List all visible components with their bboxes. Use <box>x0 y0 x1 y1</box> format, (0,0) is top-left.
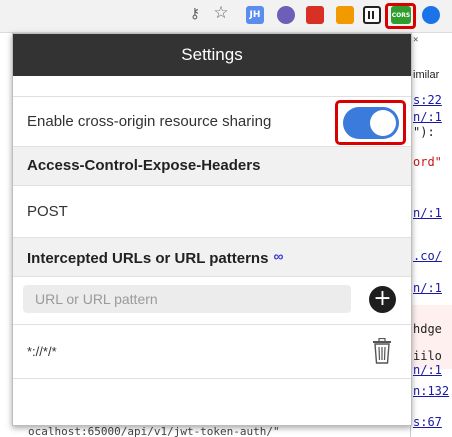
pattern-list-item: *://*/* <box>13 325 411 379</box>
url-pattern-input[interactable] <box>23 285 351 313</box>
cors-extension-highlight <box>385 3 416 29</box>
intercepted-urls-section: Intercepted URLs or URL patterns ∞ <box>13 238 411 277</box>
expose-headers-value: POST <box>27 203 68 220</box>
url-input-row: + <box>13 277 411 325</box>
key-icon[interactable]: ⚷ <box>186 5 204 23</box>
expose-headers-section: Access-Control-Expose-Headers <box>13 147 411 186</box>
devtools-line[interactable]: n/:1 <box>413 206 442 220</box>
devtools-line[interactable]: n/:1 <box>413 281 442 295</box>
jh-extension-icon[interactable]: JH <box>246 6 264 24</box>
expose-headers-row[interactable]: POST <box>13 186 411 238</box>
expose-headers-title: Access-Control-Expose-Headers <box>27 157 261 174</box>
bug-extension-icon[interactable] <box>306 6 324 24</box>
intercepted-urls-title-text: Intercepted URLs or URL patterns <box>27 250 269 267</box>
devtools-line[interactable]: .co/ <box>413 249 442 263</box>
intercepted-urls-title: Intercepted URLs or URL patterns ∞ <box>27 248 283 267</box>
trash-icon[interactable] <box>371 338 393 364</box>
b-extension-icon[interactable] <box>277 6 295 24</box>
devtools-line: imilar <box>413 69 440 81</box>
devtools-line[interactable]: n/:1 <box>413 363 442 377</box>
devtools-line: hdge <box>413 322 442 336</box>
devtools-line: iilo <box>413 349 442 363</box>
devtools-panel: ✕ imilar s:22 n/:1 "): ord" n/:1 .co/ n/… <box>410 33 452 437</box>
spacer-row <box>13 76 411 97</box>
devtools-line[interactable]: n/:1 <box>413 110 442 124</box>
devtools-line[interactable]: n:132 <box>413 384 449 398</box>
cors-settings-popup: Settings Enable cross-origin resource sh… <box>12 33 412 426</box>
bookmark-star-icon[interactable]: ☆ <box>212 3 230 23</box>
devtools-line[interactable]: s:67 <box>413 415 442 429</box>
qr-extension-icon[interactable] <box>363 6 381 24</box>
devtools-line[interactable]: s:22 <box>413 93 442 107</box>
browser-toolbar: ⚷ ☆ JH CORS <box>0 0 452 33</box>
square-extension-icon[interactable] <box>336 6 354 24</box>
devtools-line: "): <box>413 125 435 139</box>
devtools-close-icon[interactable]: ✕ <box>413 35 418 45</box>
cors-toggle-label: Enable cross-origin resource sharing <box>27 113 272 130</box>
popup-title: Settings <box>13 34 411 76</box>
add-pattern-button[interactable]: + <box>369 286 396 313</box>
pattern-text: *://*/* <box>27 344 57 359</box>
cors-toggle-row: Enable cross-origin resource sharing <box>13 97 411 147</box>
devtools-bottom-line: ocalhost:65000/api/v1/jwt-token-auth/" <box>28 425 280 437</box>
devtools-line: ord" <box>413 155 442 169</box>
cors-toggle-highlight <box>335 100 406 145</box>
plus-icon: + <box>373 286 392 311</box>
link-icon: ∞ <box>273 248 284 264</box>
globe-extension-icon[interactable] <box>422 6 440 24</box>
